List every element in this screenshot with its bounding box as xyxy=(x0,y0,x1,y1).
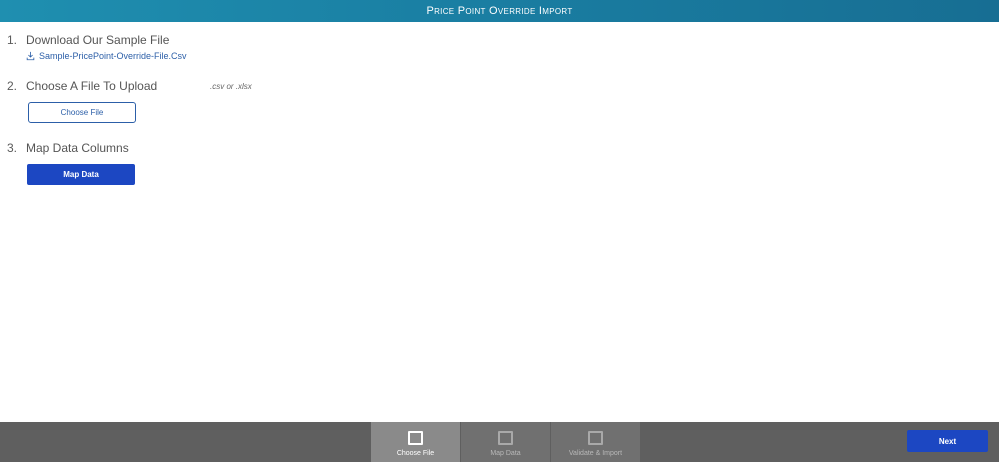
wizard-step-label: Map Data xyxy=(490,450,521,457)
wizard-step-label: Validate & Import xyxy=(568,450,623,457)
step-number: 2. xyxy=(7,79,18,93)
step-2: 2. Choose A File To Upload xyxy=(7,79,157,93)
step-label: Map Data Columns xyxy=(26,141,129,155)
wizard-step-validate-import[interactable]: Validate & Import xyxy=(551,422,640,462)
map-data-button[interactable]: Map Data xyxy=(27,164,135,185)
sample-file-download-link[interactable]: Sample-PricePoint-Override-File.Csv xyxy=(26,50,187,62)
step-1: 1. Download Our Sample File xyxy=(7,33,169,47)
wizard-footer: Choose File Map Data Validate & Import xyxy=(0,422,999,462)
next-button[interactable]: Next xyxy=(907,430,988,452)
footer-border xyxy=(0,462,999,466)
wizard-step-map-data[interactable]: Map Data xyxy=(461,422,550,462)
checkbox-icon xyxy=(408,431,423,445)
wizard-step-choose-file[interactable]: Choose File xyxy=(371,422,460,462)
checkbox-icon xyxy=(588,431,603,445)
file-type-hint: .csv or .xlsx xyxy=(210,82,252,91)
download-link-text[interactable]: Sample-PricePoint-Override-File.Csv xyxy=(39,51,187,61)
step-number: 3. xyxy=(7,141,18,155)
step-label: Choose A File To Upload xyxy=(26,79,158,93)
checkbox-icon xyxy=(498,431,513,445)
wizard-step-label: Choose File xyxy=(396,450,435,457)
step-number: 1. xyxy=(7,33,18,47)
page-title: Price Point Override Import xyxy=(0,0,999,22)
step-3: 3. Map Data Columns xyxy=(7,141,129,155)
download-icon xyxy=(26,51,35,61)
choose-file-button[interactable]: Choose File xyxy=(28,102,136,123)
step-label: Download Our Sample File xyxy=(26,33,170,47)
